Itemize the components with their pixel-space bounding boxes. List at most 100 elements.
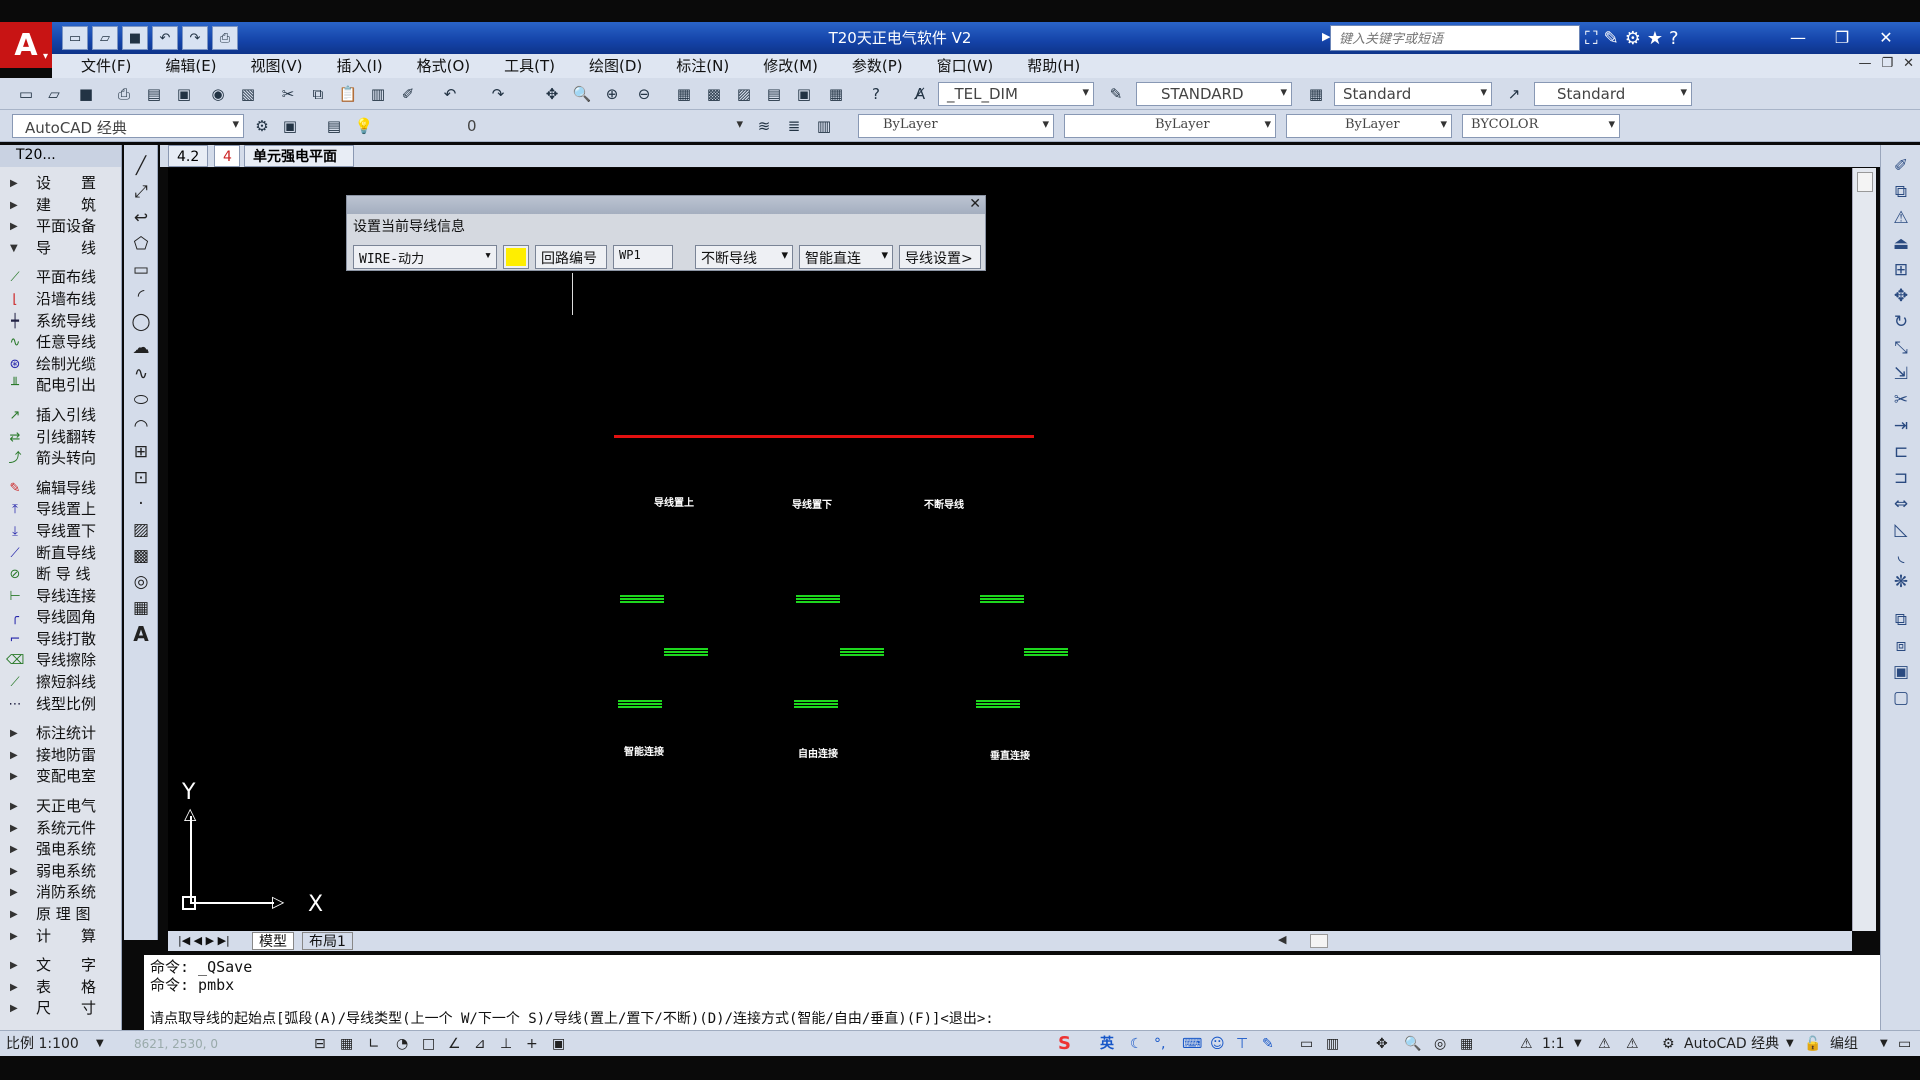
pan-status-icon[interactable]: ✥ [1376, 1034, 1388, 1054]
menu-group-power-system[interactable]: ▶ 强电系统 [0, 839, 121, 861]
zoom-window-icon[interactable]: ⊕ [600, 82, 624, 106]
menu-group-table[interactable]: ▶ 表 格 [0, 977, 121, 999]
zoom-previous-icon[interactable]: ⊖ [632, 82, 656, 106]
qp-icon[interactable]: ▣ [552, 1034, 565, 1054]
workspace-select[interactable]: AutoCAD 经典 [12, 114, 244, 138]
punct-icon[interactable]: °, [1154, 1034, 1165, 1054]
menu-insert[interactable]: 插入(I) [320, 54, 400, 78]
3d-dwf-icon[interactable]: ▧ [236, 82, 260, 106]
rectangle-icon[interactable]: ▭ [127, 257, 155, 283]
menu-parameter[interactable]: 参数(P) [835, 54, 920, 78]
draworder-above-icon[interactable]: ▣ [1885, 659, 1917, 685]
close-icon[interactable]: ✕ [969, 196, 981, 212]
menu-group-wires[interactable]: ▼ 导 线 [0, 238, 121, 260]
save-icon[interactable]: ■ [74, 82, 98, 106]
join-icon[interactable]: ⇔ [1885, 491, 1917, 517]
revcloud-icon[interactable]: ☁ [127, 335, 155, 361]
ime-mode[interactable]: 英 [1100, 1034, 1114, 1054]
minimize-icon[interactable]: — [1776, 22, 1820, 52]
menu-modify[interactable]: 修改(M) [746, 54, 835, 78]
mtext-icon[interactable]: A [127, 621, 155, 647]
save-icon[interactable]: ■ [122, 26, 148, 50]
help-search-input[interactable] [1330, 25, 1580, 51]
menu-item-wall-wiring[interactable]: ⌊ 沿墙布线 [0, 289, 121, 311]
tab-layout1[interactable]: 布局1 [302, 932, 353, 950]
zoom-status-icon[interactable]: 🔍 [1404, 1034, 1421, 1054]
menu-dimension[interactable]: 标注(N) [659, 54, 746, 78]
undo-icon[interactable]: ↶ [152, 26, 178, 50]
connect-mode-select[interactable]: 智能直连 [799, 245, 893, 269]
workspace-status[interactable]: AutoCAD 经典 [1684, 1034, 1779, 1054]
sheet-set-icon[interactable]: ▤ [762, 82, 786, 106]
menu-group-system-elements[interactable]: ▶ 系统元件 [0, 818, 121, 840]
dyn-icon[interactable]: ⊥ [500, 1034, 512, 1054]
break-icon[interactable]: ⊐ [1885, 465, 1917, 491]
moon-icon[interactable]: ☾ [1130, 1034, 1143, 1054]
stretch-icon[interactable]: ⇲ [1885, 361, 1917, 387]
publish-icon[interactable]: ▣ [172, 82, 196, 106]
menu-item-wire-top[interactable]: ⤒ 导线置上 [0, 499, 121, 521]
lineweight-toggle-icon[interactable]: + [526, 1034, 538, 1054]
color-select[interactable]: ByLayer [858, 114, 1054, 138]
rotate-icon[interactable]: ↻ [1885, 309, 1917, 335]
menu-edit[interactable]: 编辑(E) [148, 54, 233, 78]
chevron-down-icon[interactable]: ▼ [1574, 1034, 1582, 1054]
help-icon[interactable]: ? [1669, 28, 1679, 49]
zoom-realtime-icon[interactable]: 🔍 [570, 82, 594, 106]
break-at-point-icon[interactable]: ⊏ [1885, 439, 1917, 465]
extend-icon[interactable]: ⇥ [1885, 413, 1917, 439]
menu-item-explode-wire[interactable]: ⌐ 导线打散 [0, 629, 121, 651]
menu-group-grounding[interactable]: ▶ 接地防雷 [0, 745, 121, 767]
textstyle-select[interactable]: STANDARD [1136, 82, 1292, 106]
tab-nav-arrows[interactable]: |◀ ◀ ▶ ▶| [172, 932, 236, 950]
vertical-scrollbar[interactable] [1852, 168, 1876, 931]
menu-group-calculate[interactable]: ▶ 计 算 [0, 926, 121, 948]
menu-item-distribution-out[interactable]: ╨ 配电引出 [0, 375, 121, 397]
command-prompt[interactable]: 请点取导线的起始点[弧段(A)/导线类型(上一个 W/下一个 S)/导线(置上/… [144, 1010, 1880, 1028]
scale-icon[interactable]: ⤡ [1885, 335, 1917, 361]
plotstyle-select[interactable]: BYCOLOR [1462, 114, 1620, 138]
fillet-icon[interactable]: ◟ [1885, 543, 1917, 569]
menu-group-plan-devices[interactable]: ▶ 平面设备 [0, 216, 121, 238]
properties-icon[interactable]: ▦ [672, 82, 696, 106]
wire-color-swatch[interactable] [503, 245, 529, 269]
group-mode[interactable]: 编组 [1830, 1034, 1858, 1054]
ellipse-arc-icon[interactable]: ◠ [127, 413, 155, 439]
textstyle-icon[interactable]: ✎ [1104, 82, 1128, 106]
menu-group-substation[interactable]: ▶ 变配电室 [0, 766, 121, 788]
table-icon[interactable]: ▦ [127, 595, 155, 621]
undo-icon[interactable]: ↶ [438, 82, 462, 106]
menu-group-building[interactable]: ▶ 建 筑 [0, 195, 121, 217]
menu-item-arrow-turn[interactable]: ⤴ 箭头转向 [0, 448, 121, 470]
layer-select[interactable]: 0 [376, 114, 748, 138]
layer-previous-icon[interactable]: ≣ [782, 114, 806, 138]
dimstyle-select[interactable]: _TEL_DIM [938, 82, 1094, 106]
menu-item-break-straight[interactable]: ⟋ 断直导线 [0, 543, 121, 565]
wire-settings-button[interactable]: 导线设置> [899, 245, 981, 269]
auto-scale-icon[interactable]: ⚠ [1626, 1034, 1639, 1054]
menu-item-wire-fillet[interactable]: ╭ 导线圆角 [0, 607, 121, 629]
linetype-select[interactable]: ByLayer [1064, 114, 1276, 138]
tool-palette-icon[interactable]: ▨ [732, 82, 756, 106]
layer-make-current-icon[interactable]: ≋ [752, 114, 776, 138]
paste-icon[interactable]: 📋 [336, 82, 360, 106]
menu-format[interactable]: 格式(O) [400, 54, 488, 78]
restore-icon[interactable]: ❐ [1820, 22, 1864, 52]
menu-group-dimension[interactable]: ▶ 尺 寸 [0, 998, 121, 1020]
menu-item-insert-leader[interactable]: ↗ 插入引线 [0, 405, 121, 427]
infer-icon[interactable]: ⊟ [314, 1034, 326, 1054]
polar-icon[interactable]: ◔ [396, 1034, 408, 1054]
clean-screen-icon[interactable]: ▭ [1898, 1034, 1911, 1054]
chamfer-icon[interactable]: ◺ [1885, 517, 1917, 543]
menu-draw[interactable]: 绘图(D) [572, 54, 659, 78]
circuit-number-spinner[interactable]: WP1 [613, 245, 673, 269]
pan-icon[interactable]: ✥ [540, 82, 564, 106]
arc-icon[interactable]: ◜ [127, 283, 155, 309]
draworder-back-icon[interactable]: ⧈ [1885, 633, 1917, 659]
circle-icon[interactable]: ◯ [127, 309, 155, 335]
steering-wheel-icon[interactable]: ◎ [1434, 1034, 1446, 1054]
trim-icon[interactable]: ✂ [1885, 387, 1917, 413]
erase-icon[interactable]: ✐ [1885, 153, 1917, 179]
tablestyle-icon[interactable]: ▦ [1304, 82, 1328, 106]
copy-object-icon[interactable]: ⧉ [1885, 179, 1917, 205]
